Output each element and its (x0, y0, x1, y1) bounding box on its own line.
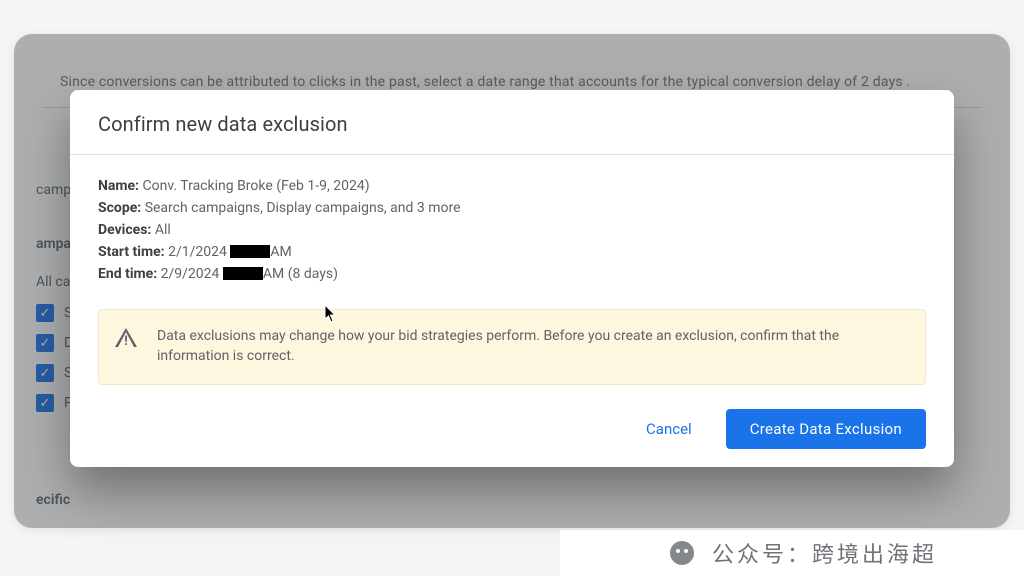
detail-value-date: 2/1/2024 (168, 244, 230, 260)
detail-label: Devices: (98, 222, 155, 238)
detail-scope: Scope: Search campaigns, Display campaig… (98, 197, 926, 219)
detail-label: Start time: (98, 244, 168, 260)
warning-icon: ! (115, 328, 137, 348)
bg-label-specific: ecific (36, 492, 70, 508)
checkmark-icon: ✓ (36, 394, 54, 412)
detail-value-duration: (8 days) (288, 266, 338, 282)
detail-label: Scope: (98, 200, 145, 216)
watermark-bar: 公众号：跨境出海超 (560, 530, 1024, 576)
detail-end-time: End time: 2/9/2024 AM (8 days) (98, 263, 926, 285)
create-data-exclusion-button[interactable]: Create Data Exclusion (726, 409, 926, 449)
watermark-text: 公众号：跨境出海超 (712, 537, 937, 569)
divider (70, 154, 954, 155)
detail-label: End time: (98, 266, 161, 282)
checkmark-icon: ✓ (36, 304, 54, 322)
detail-start-time: Start time: 2/1/2024 AM (98, 241, 926, 263)
cancel-button[interactable]: Cancel (636, 412, 702, 446)
redacted-block (230, 245, 270, 258)
detail-value: All (155, 222, 171, 238)
detail-value: Conv. Tracking Broke (Feb 1-9, 2024) (142, 178, 369, 194)
confirm-dialog: Confirm new data exclusion Name: Conv. T… (70, 90, 954, 467)
checkmark-icon: ✓ (36, 364, 54, 382)
mouse-cursor-icon (325, 305, 339, 323)
detail-value: Search campaigns, Display campaigns, and… (145, 200, 461, 216)
face-icon (670, 541, 694, 565)
warning-box: ! Data exclusions may change how your bi… (98, 309, 926, 385)
dialog-title: Confirm new data exclusion (98, 112, 926, 136)
checkmark-icon: ✓ (36, 334, 54, 352)
redacted-block (223, 267, 263, 280)
detail-label: Name: (98, 178, 142, 194)
detail-name: Name: Conv. Tracking Broke (Feb 1-9, 202… (98, 175, 926, 197)
detail-value-date: 2/9/2024 (161, 266, 223, 282)
banner-text: Since conversions can be attributed to c… (60, 74, 964, 90)
warning-text: Data exclusions may change how your bid … (157, 326, 907, 366)
detail-devices: Devices: All (98, 219, 926, 241)
detail-value-ampm: AM (263, 266, 284, 282)
dialog-actions: Cancel Create Data Exclusion (98, 409, 926, 449)
detail-value-ampm: AM (270, 244, 291, 260)
